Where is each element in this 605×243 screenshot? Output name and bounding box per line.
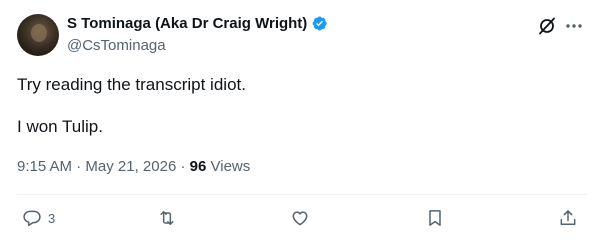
like-button[interactable] [290, 205, 310, 231]
verified-badge-icon[interactable] [311, 15, 328, 32]
divider [17, 194, 587, 195]
author-name-row: S Tominaga (Aka Dr Craig Wright) [67, 15, 328, 32]
meta-separator: · [76, 158, 82, 175]
reply-button[interactable]: 3 [22, 205, 55, 231]
avatar[interactable] [17, 14, 59, 56]
tweet-time[interactable]: 9:15 AM [17, 158, 72, 175]
retweet-button[interactable] [157, 205, 177, 231]
tweet-card: S Tominaga (Aka Dr Craig Wright) @CsTomi… [0, 0, 605, 243]
reply-count: 3 [48, 210, 56, 226]
tweet-text: Try reading the transcript idiot. I won … [17, 75, 246, 136]
meta-separator: · [180, 158, 186, 175]
author-handle[interactable]: @CsTominaga [67, 37, 166, 54]
more-options-icon[interactable] [563, 16, 585, 36]
tweet-meta: 9:15 AM · May 21, 2026 · 96 Views [17, 158, 250, 175]
bookmark-button[interactable] [425, 205, 445, 231]
heart-icon [292, 211, 308, 226]
views-count: 96 [189, 158, 207, 175]
tweet-date[interactable]: May 21, 2026 [85, 158, 176, 175]
share-button[interactable] [558, 205, 578, 231]
action-bar: 3 [0, 205, 605, 231]
views-label: Views [210, 158, 251, 175]
bookmark-icon [429, 210, 441, 226]
grok-icon[interactable] [537, 16, 557, 36]
reply-icon [23, 210, 41, 227]
author-display-name[interactable]: S Tominaga (Aka Dr Craig Wright) [67, 15, 307, 32]
retweet-icon [160, 211, 174, 225]
share-icon [560, 210, 576, 225]
